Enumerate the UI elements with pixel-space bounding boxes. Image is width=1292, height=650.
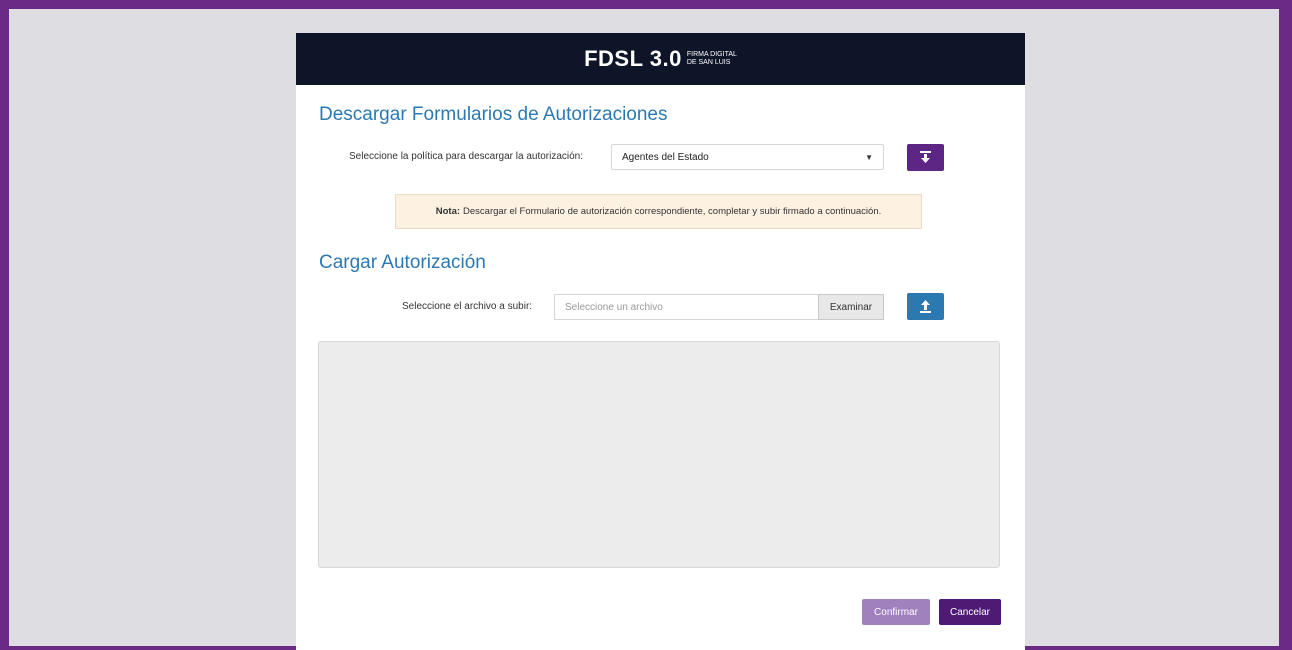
upload-icon — [920, 300, 931, 313]
upload-section-title: Cargar Autorización — [319, 252, 486, 273]
note-label: Nota: — [435, 206, 461, 217]
chevron-down-icon: ▼ — [865, 153, 873, 162]
download-section-title: Descargar Formularios de Autorizaciones — [319, 104, 668, 125]
cancel-button[interactable]: Cancelar — [939, 599, 1001, 625]
logo-sub-line2: DE SAN LUIS — [686, 59, 731, 66]
app-logo-title: FDSL 3.0 — [584, 46, 682, 71]
download-icon — [920, 151, 931, 163]
file-input[interactable]: Seleccione un archivo — [554, 294, 818, 320]
confirm-button[interactable]: Confirmar — [862, 599, 930, 625]
policy-select[interactable]: Agentes del Estado ▼ — [611, 144, 884, 170]
file-input-placeholder: Seleccione un archivo — [565, 301, 663, 313]
file-preview-area — [318, 341, 1000, 568]
logo-sub-line1: FIRMA DIGITAL — [686, 51, 737, 58]
app-header: FDSL 3.0 FIRMA DIGITAL DE SAN LUIS — [296, 33, 1025, 85]
policy-label: Seleccione la política para descargar la… — [349, 151, 584, 162]
upload-button[interactable] — [907, 293, 944, 320]
download-button[interactable] — [907, 144, 944, 171]
download-note: Nota: Descargar el Formulario de autoriz… — [395, 194, 922, 229]
policy-select-value: Agentes del Estado — [622, 151, 709, 163]
browse-button[interactable]: Examinar — [818, 294, 884, 320]
authorization-panel: FDSL 3.0 FIRMA DIGITAL DE SAN LUIS Desca… — [296, 33, 1025, 650]
note-text: Descargar el Formulario de autorización … — [463, 206, 882, 217]
file-label: Seleccione el archivo a subir: — [402, 301, 533, 312]
app-logo-subtitle: FIRMA DIGITAL DE SAN LUIS — [687, 51, 737, 67]
